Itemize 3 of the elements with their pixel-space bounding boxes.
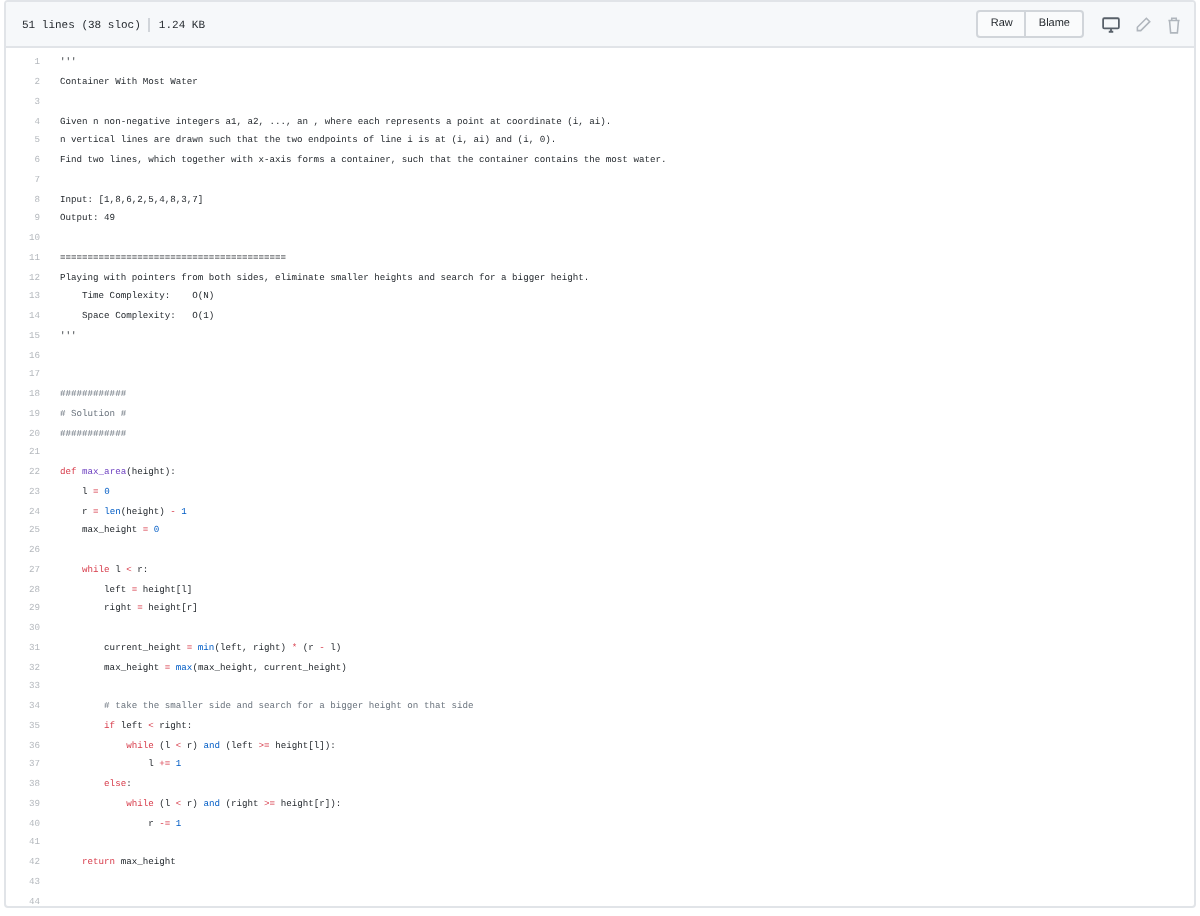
trash-icon[interactable] bbox=[1166, 15, 1182, 33]
desktop-icon[interactable] bbox=[1102, 15, 1120, 33]
pencil-icon[interactable] bbox=[1134, 15, 1152, 33]
